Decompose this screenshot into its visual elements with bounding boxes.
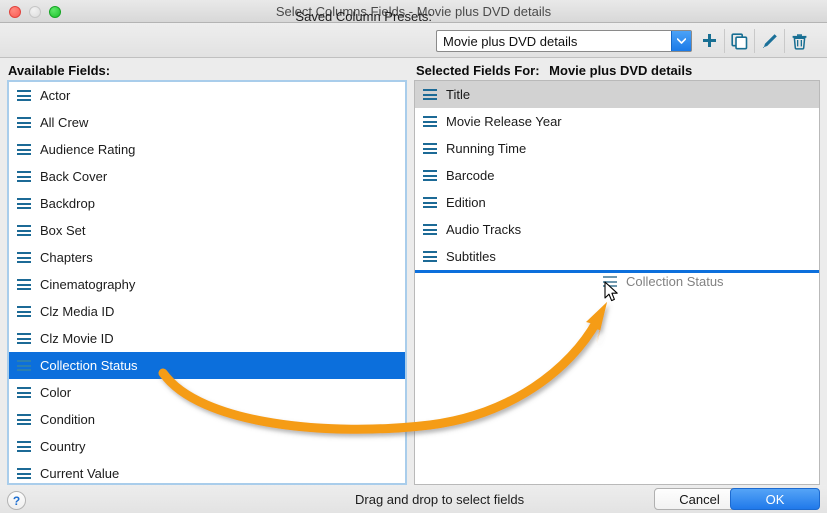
chevron-down-icon[interactable] [671,31,691,51]
drag-handle-icon[interactable] [17,360,31,371]
available-fields-label: Available Fields: [8,63,111,78]
list-item-label: Clz Media ID [40,304,115,319]
list-item[interactable]: Audience Rating [9,136,405,163]
drag-handle-icon[interactable] [17,279,31,290]
list-item-label: Edition [446,195,486,210]
list-item[interactable]: Edition [415,189,819,216]
list-item-label: Actor [40,88,71,103]
list-item-label: Clz Movie ID [40,331,114,346]
list-item[interactable]: Country [9,433,405,460]
footer-hint-text: Drag and drop to select fields [355,492,525,507]
list-item-label: Color [40,385,72,400]
available-fields-list[interactable]: Actor All Crew Audience Rating Back Cover Ba… [7,80,407,485]
drag-handle-icon[interactable] [17,333,31,344]
drag-handle-icon[interactable] [423,116,437,127]
drop-insertion-indicator [415,270,819,273]
drag-handle-icon[interactable] [423,251,437,262]
selected-fields-preset-name: Movie plus DVD details [549,63,693,78]
drag-handle-icon[interactable] [17,225,31,236]
drag-handle-icon[interactable] [17,90,31,101]
drag-handle-icon[interactable] [17,468,31,479]
list-item-label: Condition [40,412,95,427]
delete-preset-button[interactable] [784,29,814,53]
list-item[interactable]: Title [415,81,819,108]
list-item[interactable]: Actor [9,82,405,109]
pencil-icon [761,33,778,50]
list-item[interactable]: Cinematography [9,271,405,298]
list-item-label: Chapters [40,250,93,265]
plus-icon [701,33,718,50]
duplicate-preset-button[interactable] [724,29,754,53]
select-columns-dialog: Select Columns Fields - Movie plus DVD d… [0,0,827,513]
list-item[interactable]: Back Cover [9,163,405,190]
list-item[interactable]: Backdrop [9,190,405,217]
list-item[interactable]: Box Set [9,217,405,244]
drag-handle-icon[interactable] [17,252,31,263]
list-item-label: Running Time [446,141,527,156]
list-item-label: Backdrop [40,196,95,211]
saved-presets-label: Saved Column Presets: [295,9,432,24]
list-item[interactable]: Current Value [9,460,405,483]
list-item[interactable]: Condition [9,406,405,433]
list-item[interactable]: All Crew [9,109,405,136]
list-item[interactable]: Color [9,379,405,406]
list-item[interactable]: Clz Media ID [9,298,405,325]
ok-button[interactable]: OK [730,488,820,510]
copy-icon [731,32,748,50]
drag-handle-icon[interactable] [423,224,437,235]
preset-dropdown[interactable]: Movie plus DVD details [436,30,692,52]
preset-dropdown-value: Movie plus DVD details [443,33,578,49]
list-item[interactable]: Clz Movie ID [9,325,405,352]
trash-icon [791,33,808,50]
preset-toolbar-buttons [694,29,814,53]
drag-handle-icon[interactable] [17,387,31,398]
list-item[interactable]: Barcode [415,162,819,189]
list-item-label: Title [446,87,471,102]
list-item[interactable]: Subtitles [415,243,819,270]
list-item-label: Current Value [40,466,120,481]
drag-handle-icon[interactable] [17,414,31,425]
list-item[interactable]: Chapters [9,244,405,271]
drag-handle-icon[interactable] [423,197,437,208]
list-item-label: Collection Status [40,358,138,373]
list-item-label: All Crew [40,115,89,130]
drag-handle-icon[interactable] [17,171,31,182]
drag-ghost-item: Collection Status [603,274,724,289]
selected-fields-list[interactable]: Title Movie Release Year Running Time Barco… [414,80,820,485]
list-item[interactable]: Collection Status [9,352,405,379]
drag-handle-icon[interactable] [17,441,31,452]
drag-handle-icon[interactable] [17,144,31,155]
edit-preset-button[interactable] [754,29,784,53]
drag-handle-icon[interactable] [423,89,437,100]
selected-fields-label-prefix: Selected Fields For: [416,63,540,78]
list-item-label: Audience Rating [40,142,136,157]
drag-handle-icon[interactable] [423,170,437,181]
add-preset-button[interactable] [694,29,724,53]
list-item-label: Barcode [446,168,495,183]
list-item-label: Movie Release Year [446,114,562,129]
list-item-label: Cinematography [40,277,136,292]
list-item[interactable]: Running Time [415,135,819,162]
list-item-label: Country [40,439,86,454]
selected-fields-label: Selected Fields For: Movie plus DVD deta… [416,63,692,78]
list-item[interactable]: Audio Tracks [415,216,819,243]
list-item-label: Subtitles [446,249,496,264]
drag-handle-icon[interactable] [423,143,437,154]
help-button[interactable]: ? [7,491,26,510]
list-item-label: Box Set [40,223,86,238]
list-item-label: Audio Tracks [446,222,522,237]
drag-handle-icon[interactable] [17,117,31,128]
list-item[interactable]: Movie Release Year [415,108,819,135]
list-item-label: Back Cover [40,169,108,184]
drag-handle-icon [603,276,617,287]
drag-handle-icon[interactable] [17,306,31,317]
drag-ghost-label: Collection Status [626,274,724,289]
drag-handle-icon[interactable] [17,198,31,209]
